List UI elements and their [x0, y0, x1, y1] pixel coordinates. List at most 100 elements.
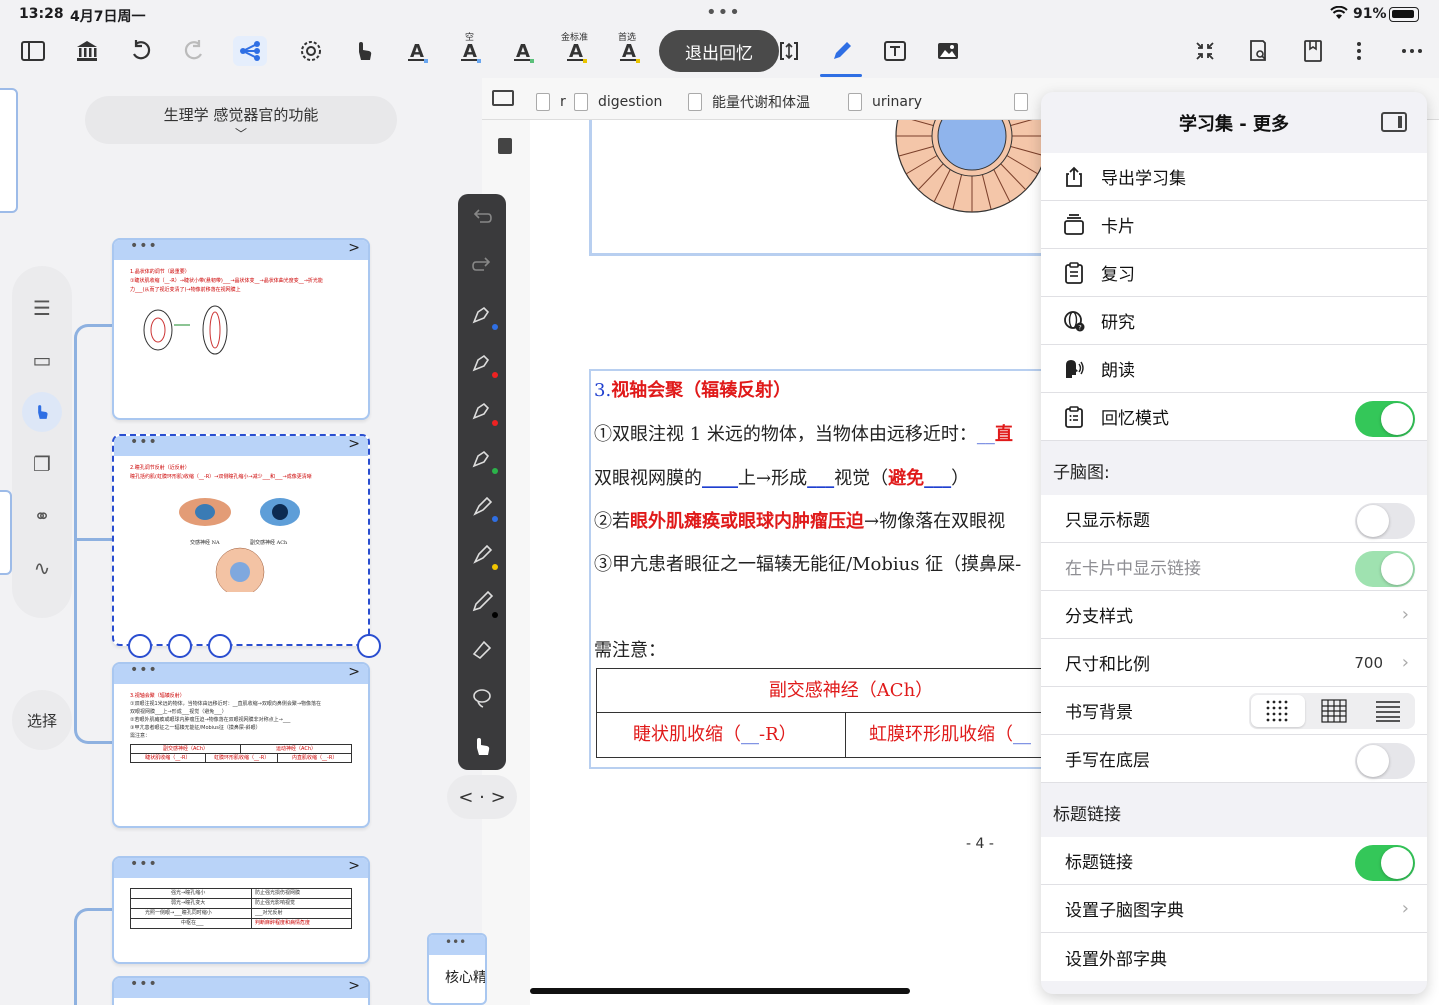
table-cell: 副交感神经（ACh） [131, 745, 241, 754]
branch-style-row[interactable]: 分支样式 › [1041, 591, 1427, 639]
tab-r[interactable]: r [536, 84, 566, 120]
squiggle-icon[interactable]: ∿ [22, 548, 62, 588]
recall-blank[interactable]: __ [977, 424, 995, 445]
notebook-icon[interactable] [498, 138, 512, 154]
redo-icon[interactable] [177, 36, 211, 66]
comment-icon[interactable] [128, 634, 152, 658]
hand-scroll-icon[interactable] [468, 732, 496, 760]
show-links-toggle[interactable] [1355, 551, 1415, 587]
pencil-black-icon[interactable] [468, 588, 498, 618]
mindmap-card[interactable]: ••• > 强光→瞳孔缩小 防止强光损伤视网膜 弱光→瞳孔变大 防止强光影响视觉 光照… [112, 856, 370, 964]
image-icon[interactable] [931, 36, 965, 66]
recall-blank[interactable]: ___ [924, 468, 951, 489]
title-link-toggle[interactable] [1355, 845, 1415, 881]
only-title-toggle[interactable] [1355, 503, 1415, 539]
sidebar-toggle-icon[interactable] [16, 36, 50, 66]
chevron-right-icon[interactable]: > [348, 240, 360, 256]
research-row[interactable]: ? 研究 [1041, 297, 1427, 345]
lasso-icon[interactable] [468, 684, 496, 712]
set-submap-dict-row[interactable]: 设置子脑图字典 › [1041, 885, 1427, 933]
hand-pointer-icon[interactable] [347, 36, 381, 66]
svg-text:A: A [516, 41, 530, 62]
text-a-green-icon[interactable]: A [506, 36, 540, 66]
edge-card-middle[interactable] [0, 490, 12, 575]
undo-icon[interactable] [124, 36, 158, 66]
eraser-icon[interactable] [468, 636, 496, 664]
row-label: 复习 [1101, 265, 1135, 285]
layout-icon[interactable]: ▭ [22, 340, 62, 380]
pen-undo-icon[interactable] [468, 204, 496, 232]
set-external-dict-row[interactable]: 设置外部字典 [1041, 933, 1427, 981]
vertical-more-icon[interactable] [1342, 36, 1376, 66]
fountain-pen-blue-icon[interactable] [468, 300, 498, 330]
search-doc-icon[interactable] [1241, 36, 1275, 66]
stack-icon[interactable] [208, 634, 232, 658]
list-icon[interactable]: ☰ [22, 288, 62, 328]
export-studyset-row[interactable]: 导出学习集 [1041, 153, 1427, 201]
select-button[interactable]: 选择 [12, 690, 72, 750]
home-indicator[interactable] [530, 988, 910, 994]
textbox-icon[interactable] [878, 36, 912, 66]
mindmap-icon[interactable] [233, 36, 267, 66]
link-icon[interactable]: ⚭ [22, 496, 62, 536]
copy-icon[interactable]: ❐ [22, 444, 62, 484]
hand-tool-icon[interactable] [22, 392, 62, 432]
card-header: ••• > [114, 240, 368, 260]
lines-pattern-icon[interactable] [1361, 693, 1415, 729]
split-view-icon[interactable] [492, 90, 514, 106]
review-row[interactable]: 复习 [1041, 249, 1427, 297]
fountain-pen-red2-icon[interactable] [468, 396, 498, 426]
dots-pattern-icon[interactable] [1251, 695, 1305, 727]
collapse-arrows-icon[interactable] [1188, 36, 1222, 66]
text-a-first-icon[interactable]: 首选 A [612, 33, 646, 66]
handwriting-bottom-toggle[interactable] [1355, 743, 1415, 779]
pen-redo-icon[interactable] [468, 252, 496, 280]
tab-next[interactable] [1014, 84, 1038, 120]
highlighter-blue-icon[interactable] [468, 492, 498, 522]
recall-blank[interactable]: __ [1013, 724, 1031, 745]
mindmap-title: 生理学 感觉器官的功能 [163, 106, 319, 124]
tab-digestion[interactable]: digestion [574, 84, 662, 120]
page-nav-control[interactable]: < · > [447, 775, 517, 819]
chevron-right-icon[interactable]: > [348, 858, 360, 874]
recall-blank[interactable]: ___ [807, 468, 834, 489]
table-cell: 光照一侧眼→___瞳孔同时缩小 [131, 909, 252, 918]
mindmap-card[interactable]: ••• > 3.视轴会聚（辐辏反射） ①双眼注视1米远的物体，当物体由远移近时：_… [112, 662, 370, 828]
library-icon[interactable] [70, 36, 104, 66]
text-a-icon[interactable]: A [400, 36, 434, 66]
tab-urinary[interactable]: urinary [848, 84, 922, 120]
highlighter-yellow-icon[interactable] [468, 540, 498, 570]
review-icon[interactable] [168, 634, 192, 658]
chevron-right-icon[interactable]: > [348, 978, 360, 994]
edge-card-top[interactable] [0, 88, 18, 213]
resize-handle-icon[interactable] [357, 634, 381, 658]
tab-energy[interactable]: 能量代谢和体温 [688, 84, 810, 120]
mindmap-card[interactable]: ••• > 1.晶状体的调节（最重要） ①睫状肌收缩（__-R）→睫状小带(悬韧带… [112, 238, 370, 420]
mindmap-card[interactable]: ••• > [112, 976, 370, 1005]
grid-pattern-icon[interactable] [1307, 693, 1361, 729]
panel-sidebar-icon[interactable] [1381, 112, 1407, 132]
recall-blank[interactable]: ____ [702, 468, 738, 489]
chevron-right-icon[interactable]: > [348, 436, 360, 452]
text-a-empty-icon[interactable]: 空 A [453, 33, 487, 66]
fountain-pen-green-icon[interactable] [468, 444, 498, 474]
mindmap-card-selected[interactable]: ••• > 2.瞳孔调节反射（近反射） 瞳孔括约肌(虹膜环形肌)收缩（__-R）→… [112, 434, 370, 646]
multitask-dots-icon[interactable]: ••• [706, 2, 741, 23]
exit-recall-button[interactable]: 退出回忆 [659, 30, 779, 72]
fountain-pen-red-icon[interactable] [468, 348, 498, 378]
recall-blank[interactable]: __ [741, 724, 759, 745]
more-horizontal-icon[interactable] [1395, 36, 1429, 66]
text-a-gold-icon[interactable]: 金标准 A [559, 33, 593, 66]
pencil-icon[interactable] [825, 36, 859, 66]
cards-row[interactable]: 卡片 [1041, 201, 1427, 249]
battery-percent: 91% [1353, 6, 1387, 22]
chevron-right-icon[interactable]: > [348, 664, 360, 680]
collapse-title-bar[interactable]: 生理学 感觉器官的功能 ﹀ [85, 96, 397, 144]
recall-mode-toggle[interactable] [1355, 401, 1415, 437]
mindmap-card-mini[interactable]: ••• 核心精 [427, 933, 487, 1005]
size-ratio-row[interactable]: 尺寸和比例 700 › [1041, 639, 1427, 687]
settings-gear-icon[interactable] [294, 36, 328, 66]
read-aloud-row[interactable]: 朗读 [1041, 345, 1427, 393]
bookmark-icon[interactable] [1296, 36, 1330, 66]
row-label: 导出学习集 [1101, 169, 1186, 189]
